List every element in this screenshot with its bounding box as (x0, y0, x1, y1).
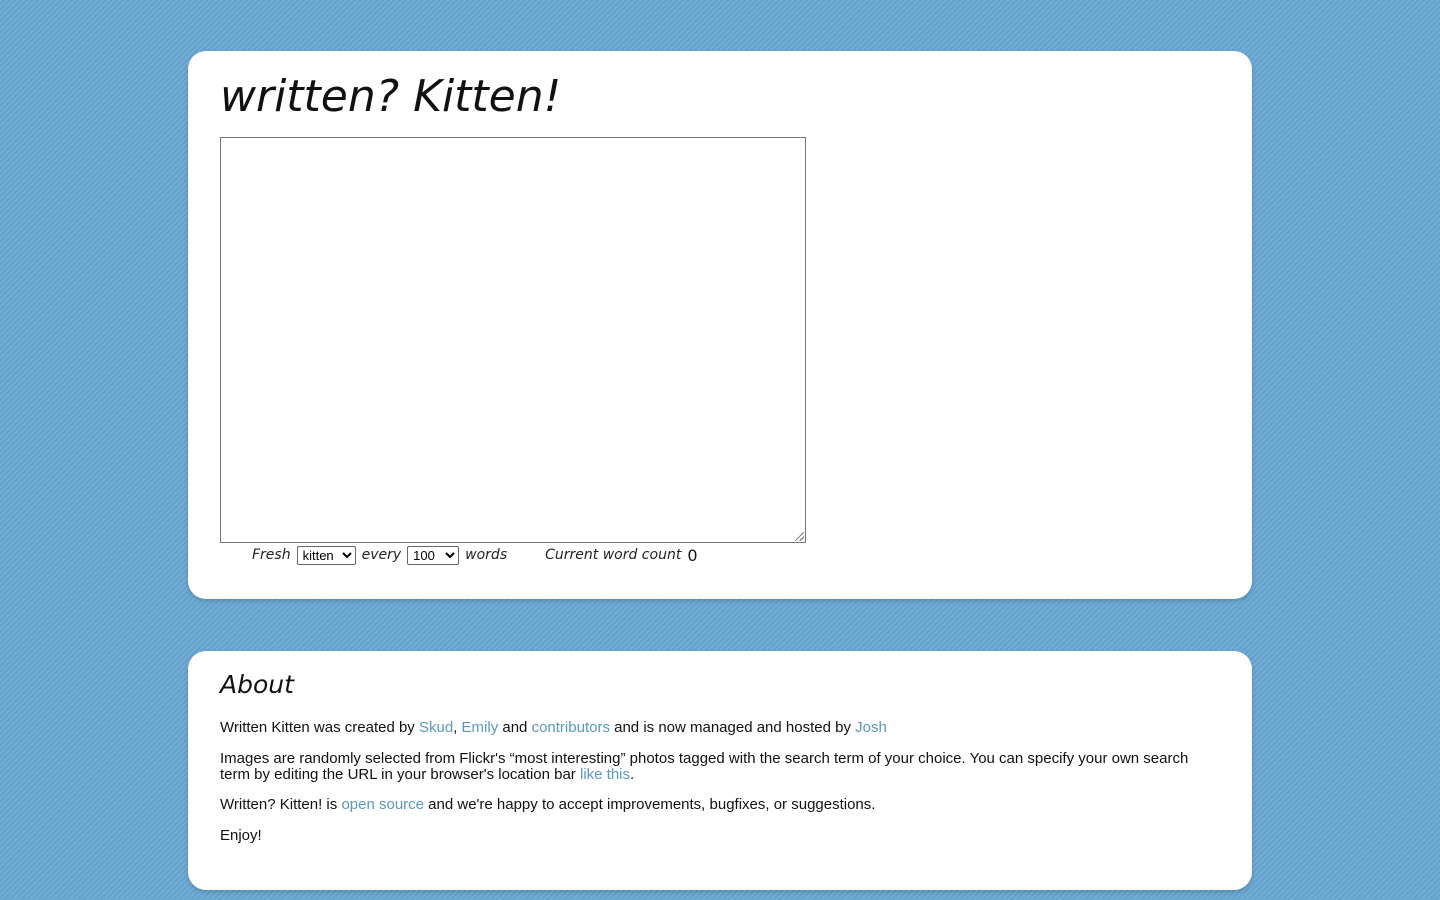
about-card: About Written Kitten was created by Skud… (188, 651, 1252, 890)
word-count-label: Current word count (545, 547, 682, 563)
images-paragraph: Images are randomly selected from Flickr… (220, 751, 1220, 783)
credits-middle: and is now managed and hosted by (609, 719, 856, 736)
textarea-resize-grip[interactable] (795, 532, 804, 541)
word-count-value: 0 (687, 545, 698, 565)
writing-textarea[interactable] (220, 137, 806, 543)
images-text: Images are randomly selected from Flickr… (220, 750, 1189, 783)
writer-card: written? Kitten! Fresh kitten every 100 … (188, 51, 1252, 599)
opensource-prefix: Written? Kitten! is (220, 796, 342, 813)
about-heading: About (220, 670, 294, 699)
credits-and: and (498, 719, 532, 736)
credits-paragraph: Written Kitten was created by Skud, Emil… (220, 720, 1220, 736)
words-label: words (465, 547, 508, 563)
like-this-link[interactable]: like this (580, 766, 630, 783)
images-end: . (630, 766, 635, 783)
contributors-link[interactable]: contributors (532, 719, 610, 736)
site-title: written? Kitten! (220, 71, 562, 122)
writer-controls: Fresh kitten every 100 words Current wor… (252, 544, 698, 566)
every-label: every (361, 547, 402, 563)
search-tag-select[interactable]: kitten (296, 545, 356, 565)
credits-separator: , (453, 719, 462, 736)
word-interval-select[interactable]: 100 (407, 545, 460, 565)
enjoy-text: Enjoy! (220, 827, 262, 844)
credits-prefix: Written Kitten was created by (220, 719, 419, 736)
josh-link[interactable]: Josh (855, 719, 887, 736)
emily-link[interactable]: Emily (462, 719, 499, 736)
fresh-label: Fresh (252, 547, 291, 563)
opensource-suffix: and we're happy to accept improvements, … (424, 796, 876, 813)
skud-link[interactable]: Skud (419, 719, 453, 736)
opensource-paragraph: Written? Kitten! is open source and we'r… (220, 797, 1220, 813)
open-source-link[interactable]: open source (341, 796, 424, 813)
